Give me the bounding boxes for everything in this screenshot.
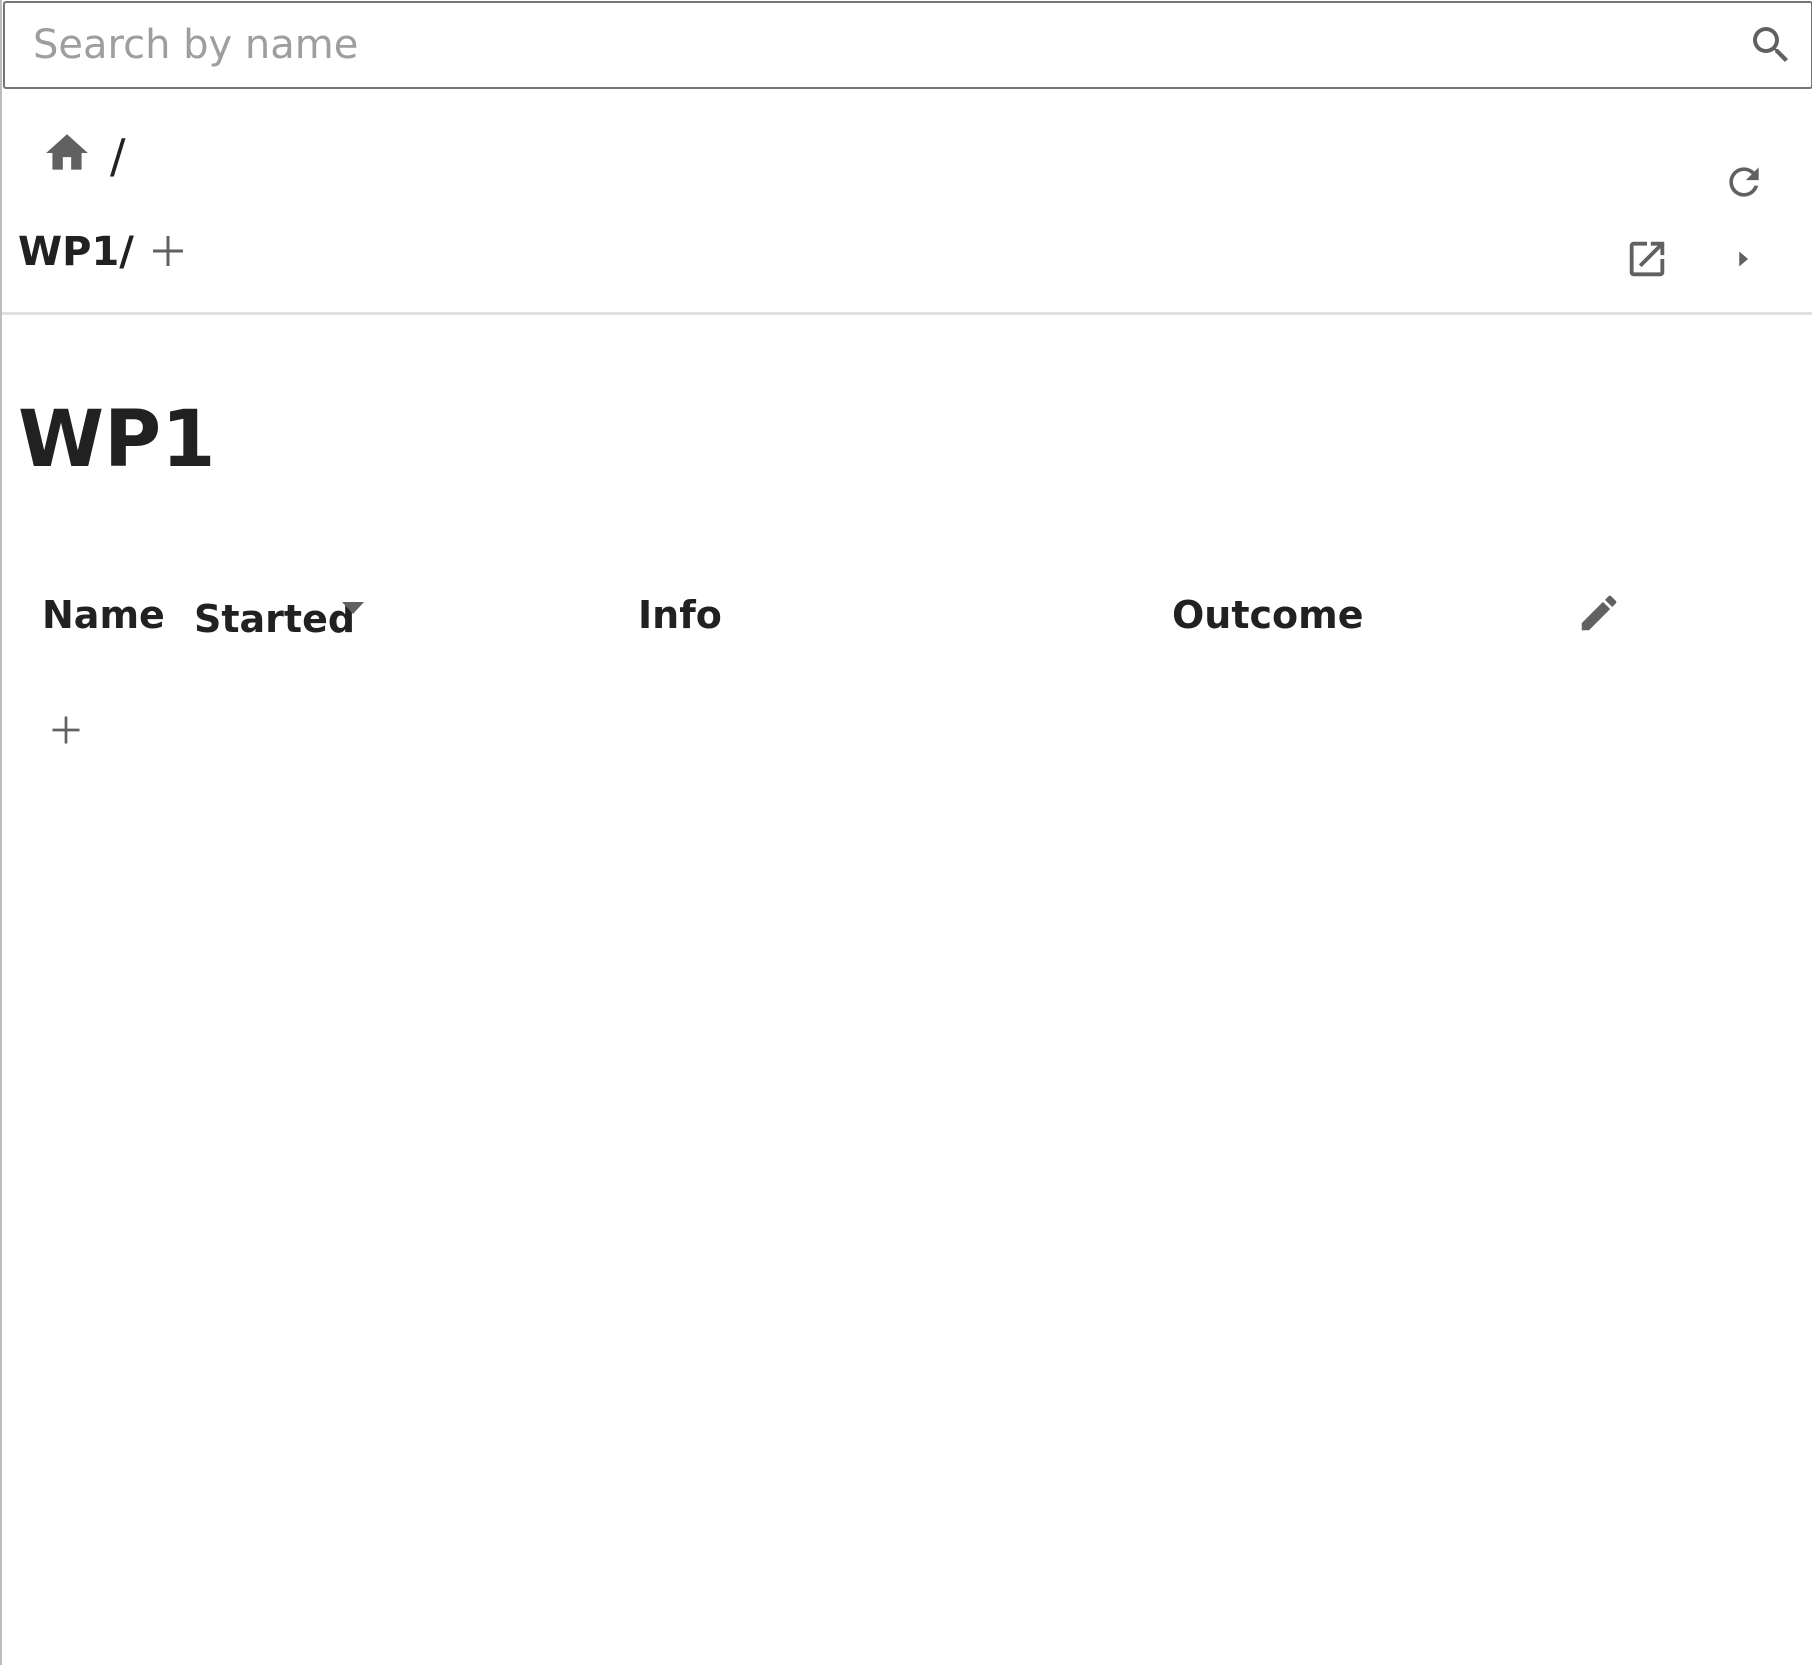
- chevron-right-icon[interactable]: [1728, 244, 1758, 274]
- refresh-icon[interactable]: [1722, 160, 1766, 204]
- home-icon[interactable]: [42, 128, 92, 178]
- column-header-name[interactable]: Name: [42, 588, 165, 642]
- app-frame: / WP1/ WP1 Name Started Info Outcome: [0, 0, 1812, 1665]
- path-label[interactable]: WP1/: [18, 224, 134, 280]
- sort-down-icon[interactable]: [340, 600, 366, 616]
- column-header-outcome[interactable]: Outcome: [1172, 588, 1364, 642]
- add-icon[interactable]: [148, 228, 188, 274]
- search-bar: [3, 1, 1812, 89]
- add-row-icon[interactable]: [48, 708, 84, 752]
- open-external-icon[interactable]: [1624, 236, 1670, 282]
- column-header-info[interactable]: Info: [638, 588, 722, 642]
- column-header-started[interactable]: Started: [194, 592, 355, 646]
- breadcrumb-separator: /: [110, 129, 126, 183]
- search-icon[interactable]: [1747, 21, 1795, 69]
- search-input[interactable]: [33, 3, 1733, 87]
- header-divider: [2, 312, 1812, 315]
- edit-icon[interactable]: [1576, 590, 1622, 636]
- page-title: WP1: [18, 395, 216, 485]
